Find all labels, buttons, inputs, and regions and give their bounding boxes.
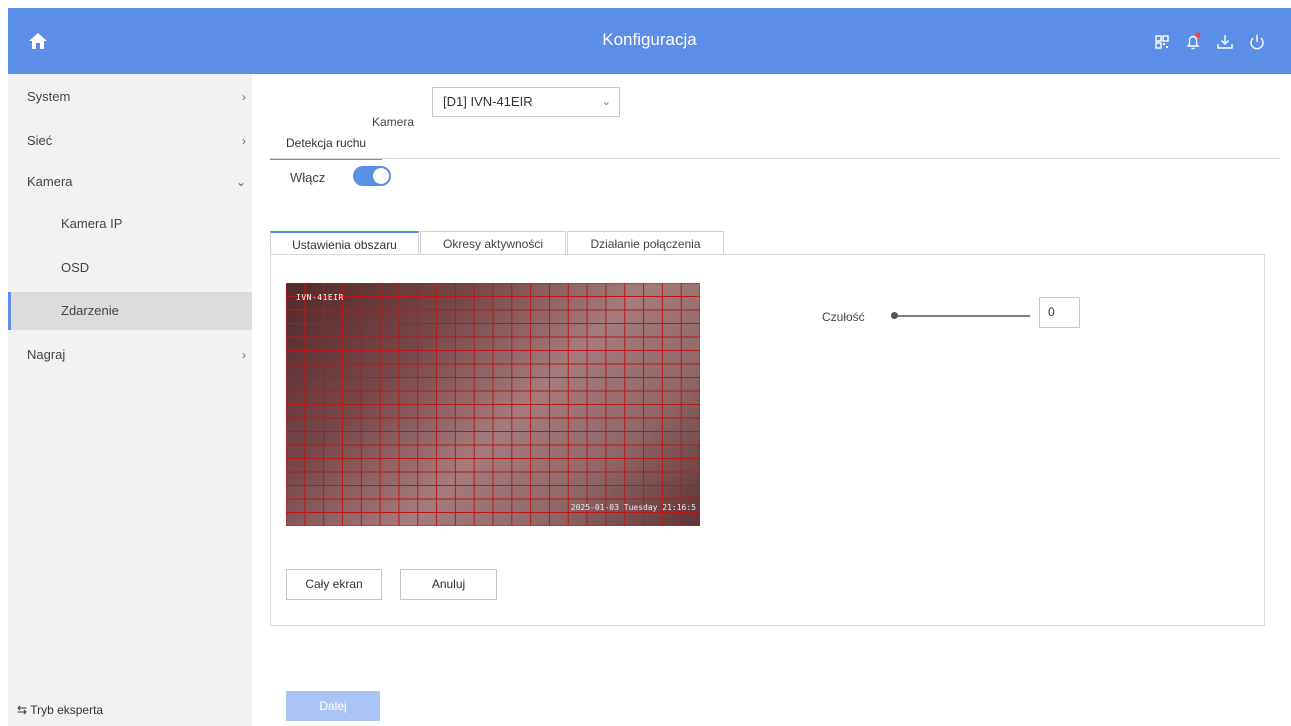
chevron-right-icon: › bbox=[242, 134, 246, 148]
sidebar-item-network[interactable]: Sieć › bbox=[8, 122, 252, 160]
toggle-knob bbox=[373, 168, 389, 184]
camera-select-value: [D1] IVN-41EIR bbox=[443, 94, 533, 109]
top-bar: Konfiguracja bbox=[8, 8, 1291, 74]
qr-code-icon[interactable] bbox=[1151, 31, 1173, 53]
slider-thumb[interactable] bbox=[891, 312, 898, 319]
page-title: Konfiguracja bbox=[602, 30, 697, 49]
expert-mode-label: Tryb eksperta bbox=[30, 703, 104, 717]
sidebar-item-label: Nagraj bbox=[27, 347, 66, 362]
chevron-down-icon: ⌄ bbox=[601, 96, 611, 108]
full-screen-button[interactable]: Cały ekran bbox=[286, 569, 382, 600]
swap-icon: ⇆ bbox=[17, 703, 28, 717]
sidebar-item-camera[interactable]: Kamera ⌄ bbox=[8, 163, 252, 201]
section-tab-motion-detection[interactable]: Detekcja ruchu bbox=[270, 136, 383, 160]
slider-track bbox=[891, 315, 1030, 317]
camera-name-overlay: IVN-41EIR bbox=[296, 293, 344, 302]
header-actions bbox=[1151, 31, 1271, 53]
section-divider bbox=[270, 158, 1280, 159]
sidebar-item-label: System bbox=[27, 89, 71, 104]
sidebar-item-ip-camera[interactable]: Kamera IP bbox=[8, 205, 252, 243]
download-icon[interactable] bbox=[1214, 31, 1236, 53]
power-icon[interactable] bbox=[1246, 31, 1268, 53]
camera-preview[interactable]: IVN-41EIR 2025-01-03 Tuesday 21:16:5 bbox=[286, 283, 700, 526]
bell-icon[interactable] bbox=[1182, 31, 1204, 53]
motion-grid[interactable] bbox=[286, 283, 700, 526]
sidebar-item-label: OSD bbox=[61, 260, 90, 275]
tab-linkage-action[interactable]: Działanie połączenia bbox=[567, 231, 724, 255]
sidebar-item-record[interactable]: Nagraj › bbox=[8, 336, 252, 374]
tab-activity-periods[interactable]: Okresy aktywności bbox=[420, 231, 566, 255]
sidebar-item-osd[interactable]: OSD bbox=[8, 249, 252, 287]
next-button[interactable]: Dalej bbox=[286, 691, 380, 721]
tab-area-settings[interactable]: Ustawienia obszaru bbox=[270, 231, 419, 255]
sidebar-item-label: Zdarzenie bbox=[61, 303, 119, 318]
enable-label: Włącz bbox=[290, 170, 326, 185]
sensitivity-input[interactable]: 0 bbox=[1039, 297, 1080, 328]
sidebar-item-system[interactable]: System › bbox=[8, 78, 252, 116]
chevron-right-icon: › bbox=[242, 90, 246, 104]
expert-mode-link[interactable]: ⇆ Tryb eksperta bbox=[17, 703, 103, 717]
chevron-down-icon: ⌄ bbox=[235, 175, 246, 189]
enable-toggle[interactable] bbox=[353, 166, 391, 186]
chevron-right-icon: › bbox=[242, 348, 246, 362]
sensitivity-label: Czułość bbox=[822, 310, 865, 324]
timestamp-overlay: 2025-01-03 Tuesday 21:16:5 bbox=[570, 503, 696, 512]
cancel-button[interactable]: Anuluj bbox=[400, 569, 497, 600]
camera-select[interactable]: [D1] IVN-41EIR ⌄ bbox=[432, 87, 620, 117]
sidebar: System › Sieć › Kamera ⌄ Kamera IP OSD Z… bbox=[8, 74, 252, 726]
sidebar-item-label: Kamera bbox=[27, 174, 73, 189]
main-content: Kamera [D1] IVN-41EIR ⌄ Detekcja ruchu W… bbox=[252, 74, 1291, 726]
sidebar-item-label: Sieć bbox=[27, 133, 53, 148]
area-settings-panel: IVN-41EIR 2025-01-03 Tuesday 21:16:5 Czu… bbox=[270, 254, 1265, 626]
sidebar-item-event[interactable]: Zdarzenie bbox=[8, 292, 252, 330]
camera-label: Kamera bbox=[372, 115, 415, 129]
sidebar-item-label: Kamera IP bbox=[61, 216, 123, 231]
notification-dot bbox=[1195, 32, 1201, 38]
sensitivity-slider[interactable] bbox=[891, 310, 1030, 322]
